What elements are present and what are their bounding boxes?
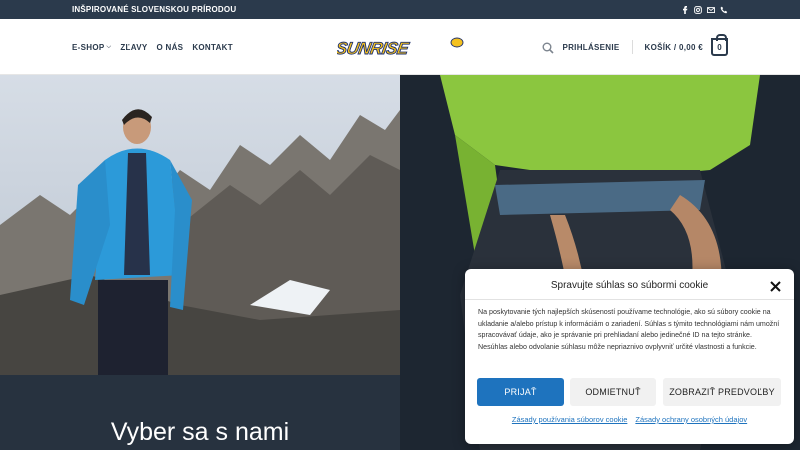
hero-headline: Vyber sa s nami (110, 418, 290, 446)
login-link[interactable]: PRIHLÁSENIE (562, 43, 619, 52)
deny-button[interactable]: ODMIETNUŤ (570, 378, 656, 406)
nav-about[interactable]: O NÁS (156, 43, 183, 52)
cart-count-badge[interactable]: 0 (711, 34, 728, 56)
nav-divider (631, 40, 633, 54)
privacy-policy-link[interactable]: Zásady ochrany osobných údajov (635, 415, 747, 424)
cookie-policy-links: Zásady používania súborov cookie Zásady … (465, 415, 794, 424)
mountain-scene (0, 75, 400, 375)
cookie-policy-link[interactable]: Zásady používania súborov cookie (512, 415, 628, 424)
account-nav: PRIHLÁSENIE KOŠÍK / 0,00 € 0 (542, 19, 728, 75)
top-bar: INŠPIROVANÉ SLOVENSKOU PRÍRODOU (0, 0, 800, 19)
cookie-description: Na poskytovanie tých najlepších skúsenos… (478, 308, 780, 351)
nav-eshop-label: E-SHOP (72, 42, 105, 52)
main-nav: E-SHOP ⌵ ZĽAVY O NÁS KONTAKT (72, 19, 233, 75)
sunrise-logo[interactable]: SUNRISE (334, 37, 465, 58)
cookie-divider (465, 299, 794, 300)
search-icon[interactable] (542, 41, 555, 54)
hero-image-jacket[interactable] (0, 75, 400, 375)
accept-button[interactable]: PRIJAŤ (477, 378, 564, 406)
instagram-icon[interactable] (694, 5, 702, 14)
phone-icon[interactable] (720, 6, 728, 14)
cookie-consent-dialog: Spravujte súhlas so súbormi cookie Na po… (465, 269, 794, 444)
nav-sale[interactable]: ZĽAVY (120, 43, 147, 52)
tagline: INŠPIROVANÉ SLOVENSKOU PRÍRODOU (72, 5, 237, 14)
mail-icon[interactable] (707, 6, 715, 14)
svg-text:SUNRISE: SUNRISE (337, 38, 411, 57)
chevron-down-icon: ⌵ (106, 43, 112, 50)
close-icon[interactable] (770, 279, 781, 292)
nav-eshop[interactable]: E-SHOP ⌵ (72, 43, 111, 52)
cart-link[interactable]: KOŠÍK / 0,00 € (645, 43, 703, 52)
cookie-dialog-title: Spravujte súhlas so súbormi cookie (550, 280, 709, 291)
facebook-icon[interactable] (681, 5, 689, 14)
nav-contact[interactable]: KONTAKT (192, 43, 233, 52)
social-icons (681, 5, 728, 14)
preferences-button[interactable]: ZOBRAZIŤ PREDVOĽBY (663, 378, 781, 406)
site-header: E-SHOP ⌵ ZĽAVY O NÁS KONTAKT SUNRISE PRI… (0, 19, 800, 75)
